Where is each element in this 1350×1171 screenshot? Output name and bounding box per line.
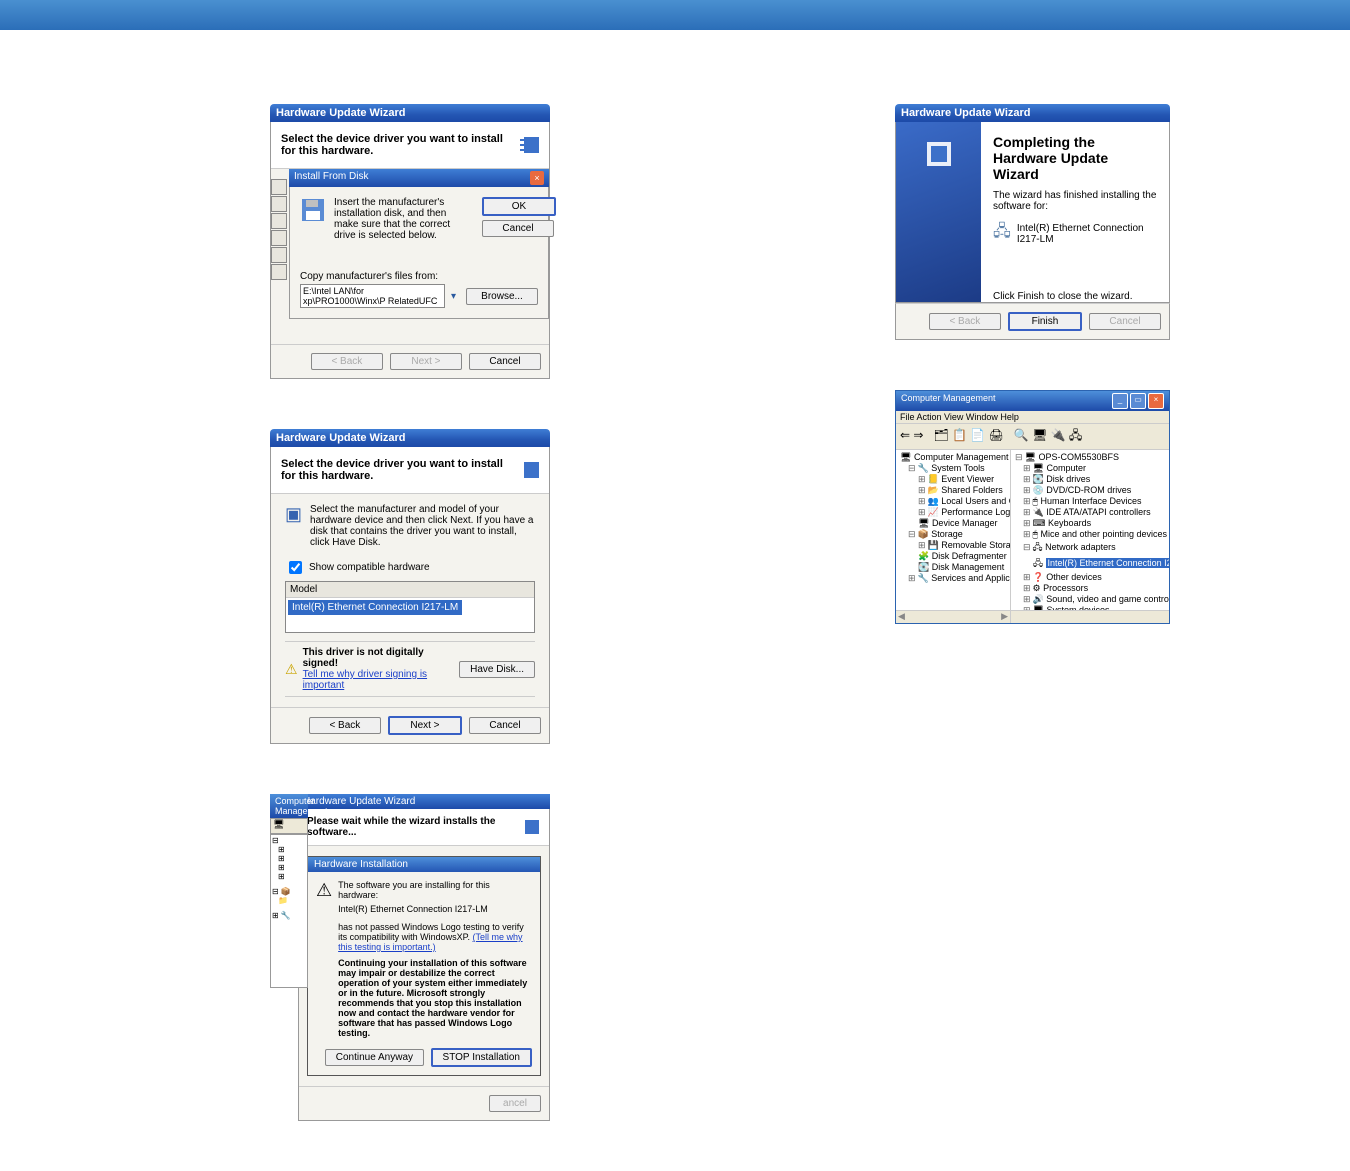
warning-link[interactable]: Tell me why driver signing is important [303,669,451,691]
wizard-title: Hardware Update Wizard [298,794,550,809]
maximize-icon[interactable]: ▭ [1130,393,1146,409]
close-icon[interactable]: × [530,171,544,185]
wizard-sidebar-chip-icon [919,134,959,174]
model-item-selected[interactable]: Intel(R) Ethernet Connection I217-LM [288,600,462,615]
cm-tree-right[interactable]: ⊟🖥 OPS-COM5530BFS ⊞🖥 Computer ⊞💽 Disk dr… [1011,450,1169,610]
completion-line1: The wizard has finished installing the s… [993,190,1157,212]
completion-heading: Completing the Hardware Update Wizard [993,134,1157,182]
selected-network-adapter: Intel(R) Ethernet Connection I217-LM [1046,558,1169,568]
model-listbox[interactable]: Model Intel(R) Ethernet Connection I217-… [285,581,535,633]
cancel-button: Cancel [1089,313,1161,330]
have-disk-button[interactable]: Have Disk... [459,661,535,678]
cancel-button-2[interactable]: Cancel [469,353,541,370]
cm-title: Computer Management [901,393,996,409]
next-button[interactable]: Next > [388,716,462,735]
warning-icon: ⚠ [285,661,298,678]
dialog-title: Install From Disk [294,171,368,185]
device-chip-icon [520,815,541,839]
screenshot-select-driver: Hardware Update Wizard Select the device… [270,429,550,744]
checkbox-label: Show compatible hardware [309,562,430,573]
continue-anyway-button[interactable]: Continue Anyway [325,1049,424,1066]
wizard-description: Select the manufacturer and model of you… [310,504,535,548]
warning-text: This driver is not digitally signed! [303,647,451,669]
completion-line2: Click Finish to close the wizard. [993,291,1133,302]
wizard-header-text: Please wait while the wizard installs th… [307,816,520,838]
cm-toolbar[interactable]: ⇐ ⇒ 🗂 📋 📄 🖨 🔍 🖥 🔌 🖧 [896,423,1169,450]
hw-device-name: Intel(R) Ethernet Connection I217-LM [338,904,532,914]
dialog-instruction: Insert the manufacturer's installation d… [334,197,470,241]
device-name: Intel(R) Ethernet Connection I217-LM [1017,223,1157,245]
cancel-button[interactable]: Cancel [482,220,554,237]
network-card-icon: 🖧 [993,220,1011,247]
next-button: Next > [390,353,462,370]
screenshot-install-from-disk: Hardware Update Wizard Select the device… [270,104,550,379]
minimize-icon[interactable]: _ [1112,393,1128,409]
browse-button[interactable]: Browse... [466,288,538,305]
show-compatible-checkbox[interactable]: Show compatible hardware [285,558,535,577]
screenshot-device-manager: Computer Management _ ▭ × File Action Vi… [895,390,1170,624]
floppy-icon [300,197,326,223]
device-chip-icon [517,455,539,485]
back-button: < Back [311,353,383,370]
cm-menubar[interactable]: File Action View Window Help [896,411,1169,423]
cancel-button[interactable]: Cancel [469,717,541,734]
screenshot-completing-wizard: Hardware Update Wizard Completing the Ha… [895,104,1170,340]
screenshot-unsigned-warning: Computer Management 🖥 ⊟⊞⊞⊞⊞ ⊟ 📦📁 ⊞ 🔧 Har… [270,794,550,1121]
hw-strong-warning: Continuing your installation of this sof… [338,958,532,1038]
back-button[interactable]: < Back [309,717,381,734]
model-header: Model [286,582,534,598]
window-title: Hardware Update Wizard [270,429,550,447]
cm-tree-left[interactable]: 🖥 Computer Management (Local) ⊟🔧 System … [896,450,1011,610]
doc-header-bar [0,0,1350,30]
bg-window-title: Computer Management [275,796,328,816]
window-title: Hardware Update Wizard [895,104,1170,122]
wizard-header-text: Select the device driver you want to ins… [281,458,517,482]
hw-install-title: Hardware Installation [308,857,540,872]
close-icon[interactable]: × [1148,393,1164,409]
device-chip-icon [517,130,539,160]
path-input[interactable]: E:\Intel LAN\for xp\PRO1000\Winx\P Relat… [300,284,445,308]
copy-from-label: Copy manufacturer's files from: [300,271,538,282]
wizard-header-text: Select the device driver you want to ins… [281,133,517,157]
ok-button[interactable]: OK [482,197,556,216]
finish-button[interactable]: Finish [1008,312,1082,331]
back-button: < Back [929,313,1001,330]
stop-installation-button[interactable]: STOP Installation [431,1048,532,1067]
hidden-model-list [271,179,287,281]
warning-icon: ⚠ [316,880,332,1038]
checkbox-input[interactable] [289,561,302,574]
window-title: Hardware Update Wizard [270,104,550,122]
chip-small-icon: ▣ [285,504,302,548]
cancel-button-partial: ancel [489,1095,541,1112]
hw-line1: The software you are installing for this… [338,880,532,900]
